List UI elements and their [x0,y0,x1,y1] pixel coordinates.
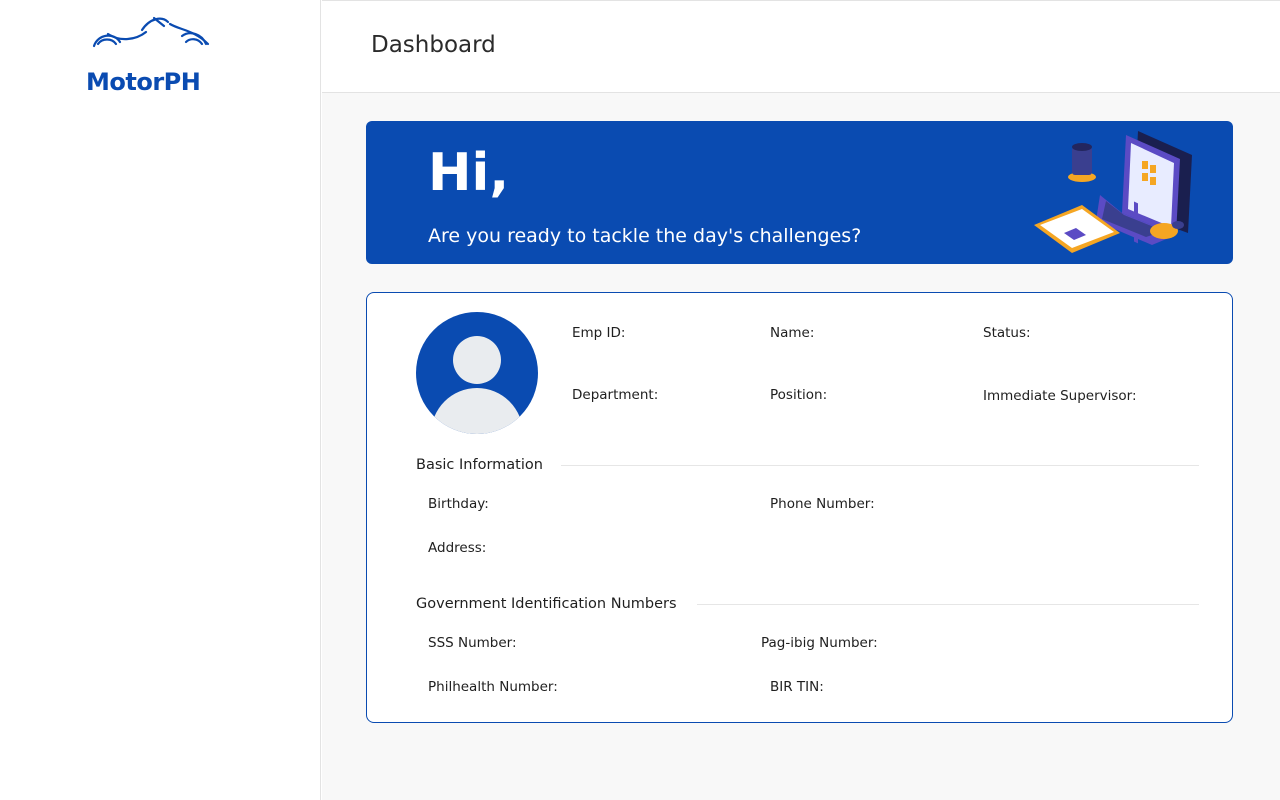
brand-logo[interactable]: MotorPH [86,14,216,94]
department-label: Department: [572,387,659,403]
phone-label: Phone Number: [770,496,875,512]
government-ids-title: Government Identification Numbers [416,596,677,612]
tin-label: BIR TIN: [770,679,824,695]
employee-profile-card: Emp ID: Name: Status: Department: Positi… [366,292,1233,723]
main-content: Dashboard Hi, Are you ready to tackle th… [322,0,1280,800]
status-label: Status: [983,325,1031,341]
laptop-workspace-illustration [1034,131,1192,253]
basic-info-title: Basic Information [416,457,543,473]
birthday-label: Birthday: [428,496,489,512]
sidebar: MotorPH [0,0,321,800]
philhealth-label: Philhealth Number: [428,679,558,695]
name-label: Name: [770,325,815,341]
address-label: Address: [428,540,487,556]
position-label: Position: [770,387,828,403]
motorcycle-icon [92,16,210,48]
banner-message: Are you ready to tackle the day's challe… [428,225,862,247]
government-ids-divider [697,604,1199,605]
basic-info-divider [561,465,1199,466]
brand-name: MotorPH [86,68,201,96]
supervisor-label: Immediate Supervisor: [983,388,1137,404]
welcome-banner: Hi, Are you ready to tackle the day's ch… [366,121,1233,264]
user-avatar-icon [416,312,538,434]
page-title: Dashboard [371,32,496,58]
pagibig-label: Pag-ibig Number: [761,635,878,651]
top-header: Dashboard [322,0,1280,93]
sss-label: SSS Number: [428,635,517,651]
emp-id-label: Emp ID: [572,325,626,341]
banner-greeting: Hi, [428,143,510,203]
